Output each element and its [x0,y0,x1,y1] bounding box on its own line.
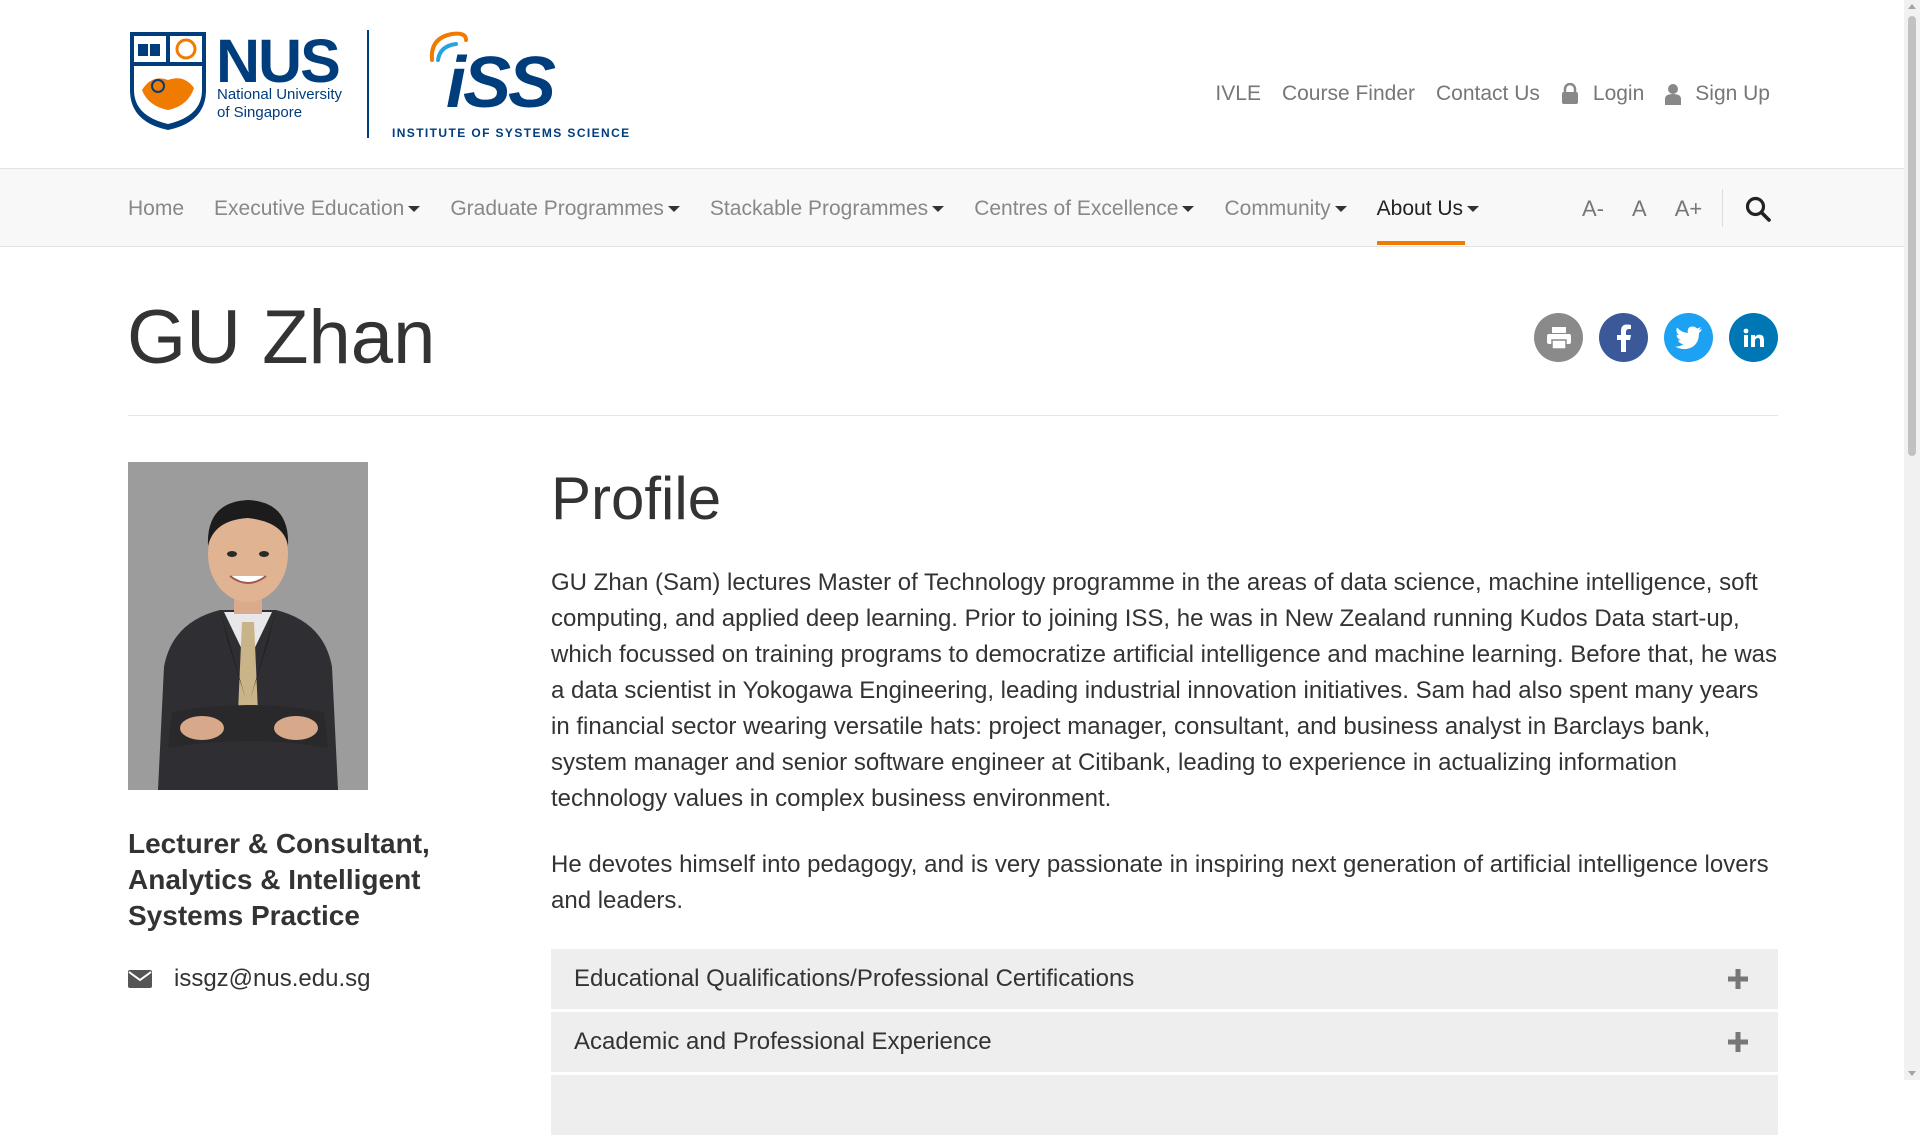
linkedin-icon [1743,328,1764,347]
nav-item-label: Stackable Programmes [709,196,929,220]
sign-up-link[interactable]: Sign Up [1665,82,1770,106]
user-icon [1665,84,1682,105]
email-link[interactable]: issgz@nus.edu.sg [174,965,370,993]
main-nav: Home Executive Education Graduate Progra… [0,168,1904,247]
scroll-down-arrow-icon[interactable] [1908,1071,1916,1076]
nav-item-label: Home [128,196,185,220]
print-icon [1546,326,1571,350]
facebook-share-button[interactable] [1599,313,1648,362]
plus-icon [1728,1032,1748,1052]
profile-paragraph-2: He devotes himself into pedagogy, and is… [551,851,1769,914]
font-normal-button[interactable]: A [1632,196,1647,222]
sign-up-label: Sign Up [1695,82,1770,105]
caret-down-icon [932,205,945,212]
title-divider [128,415,1778,416]
print-button[interactable] [1534,313,1583,362]
search-icon[interactable] [1744,195,1772,223]
font-increase-button[interactable]: A+ [1675,196,1703,222]
twitter-share-button[interactable] [1664,313,1713,362]
nav-separator [1722,189,1723,227]
login-label: Login [1592,82,1645,105]
nav-item-label: Graduate Programmes [450,196,664,220]
contact-us-link[interactable]: Contact Us [1436,82,1540,106]
position-title: Lecturer & Consultant, Analytics & Intel… [128,828,430,931]
facebook-icon [1616,324,1631,352]
ivle-link[interactable]: IVLE [1215,82,1261,106]
profile-paragraph-1: GU Zhan (Sam) lectures Master of Technol… [551,569,1777,812]
nus-crest-icon [130,32,206,130]
nav-item-label: Centres of Excellence [974,196,1179,220]
envelope-icon [128,970,152,988]
nav-item-label: Community [1224,196,1331,220]
lock-icon [1561,83,1578,104]
site-header: NUS National University of Singapore iSS… [0,0,1904,168]
plus-icon [1728,969,1748,989]
accordion-label: Educational Qualifications/Professional … [574,965,1135,992]
linkedin-share-button[interactable] [1729,313,1778,362]
page-scrollbar[interactable] [1904,0,1920,1080]
logo-divider [367,30,369,138]
caret-down-icon [667,205,680,212]
accordion-academic-experience[interactable]: Academic and Professional Experience [551,1012,1778,1072]
iss-logo[interactable]: iSS INSTITUTE OF SYSTEMS SCIENCE [388,30,629,142]
nav-item-centres-of-excellence[interactable]: Centres of Excellence [974,169,1195,248]
accordion-label: Academic and Professional Experience [574,1028,992,1055]
nav-item-stackable-programmes[interactable]: Stackable Programmes [709,169,945,248]
nav-items: Home Executive Education Graduate Progra… [128,169,1509,248]
scroll-up-arrow-icon[interactable] [1908,4,1916,9]
profile-photo [128,462,368,790]
caret-down-icon [1467,205,1480,212]
nav-item-about-us[interactable]: About Us [1376,169,1480,248]
nav-item-label: About Us [1376,196,1464,220]
accordion-next-section[interactable] [551,1075,1778,1135]
font-size-controls: A- A A+ [1582,169,1730,248]
font-decrease-button[interactable]: A- [1582,196,1604,222]
twitter-icon [1674,326,1702,349]
iss-subtitle: INSTITUTE OF SYSTEMS SCIENCE [392,126,631,140]
nav-item-community[interactable]: Community [1224,169,1347,248]
course-finder-link[interactable]: Course Finder [1282,82,1415,106]
share-buttons [1534,313,1794,362]
profile-heading: Profile [551,465,722,532]
person-portrait-image [128,462,368,790]
iss-wordmark: iSS [446,43,556,123]
login-link[interactable]: Login [1561,82,1644,106]
caret-down-icon [1182,205,1195,212]
page-title: GU Zhan [127,295,436,380]
nav-item-graduate-programmes[interactable]: Graduate Programmes [450,169,680,248]
utility-links: IVLE Course Finder Contact Us Login Sign… [1194,82,1770,106]
nav-item-home[interactable]: Home [128,169,184,248]
email-contact: issgz@nus.edu.sg [128,965,370,993]
nav-item-label: Executive Education [214,196,405,220]
nav-item-executive-education[interactable]: Executive Education [214,169,421,248]
scrollbar-thumb[interactable] [1908,16,1916,456]
nus-subtitle-line2: of Singapore [217,104,303,121]
caret-down-icon [1334,205,1347,212]
active-nav-indicator [1376,241,1465,245]
accordion-educational-qualifications[interactable]: Educational Qualifications/Professional … [551,949,1778,1009]
caret-down-icon [408,205,421,212]
nus-subtitle-line1: National University [217,86,343,103]
